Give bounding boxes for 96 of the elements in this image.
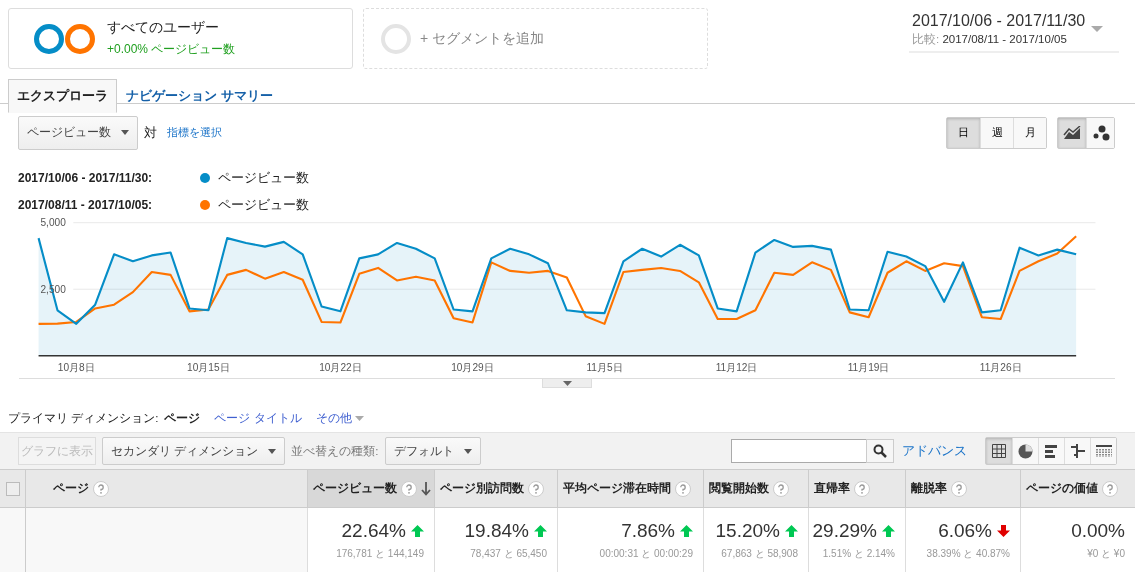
x-tick-label: 10月8日	[57, 362, 95, 374]
legend-label: ページビュー数	[218, 195, 309, 214]
column-header[interactable]: 平均ページ滞在時間	[558, 470, 704, 507]
versus-label: 対	[144, 123, 157, 142]
select-metric-link[interactable]: 指標を選択	[167, 125, 222, 140]
change-percent: 19.84%	[464, 520, 529, 542]
help-icon[interactable]	[854, 480, 870, 497]
y-tick-label: 5,000	[40, 217, 66, 229]
column-header[interactable]: ページの価値	[1021, 470, 1135, 507]
comparison-values: 00:00:31 と 00:00:29	[599, 547, 693, 561]
secondary-dimension-dropdown[interactable]: セカンダリ ディメンション	[102, 437, 286, 465]
chart-resize-handle[interactable]	[542, 379, 592, 388]
change-percent: 7.86%	[621, 520, 675, 542]
compare-date-range: 比較: 2017/08/11 - 2017/10/05	[912, 32, 1068, 47]
change-percent: 29.29%	[812, 520, 877, 542]
legend-label: ページビュー数	[218, 168, 309, 187]
x-tick-label: 11月26日	[979, 362, 1022, 374]
add-segment-label: + セグメントを追加	[420, 29, 545, 48]
line-chart-icon	[1063, 125, 1081, 140]
metric-dropdown[interactable]: ページビュー数	[18, 115, 138, 150]
select-all-checkbox[interactable]	[5, 481, 20, 496]
comparison-values: 67,863 と 58,908	[721, 547, 798, 561]
comparison-values: ¥0 と ¥0	[1087, 547, 1125, 561]
grid-icon	[992, 444, 1006, 458]
line-series	[37, 235, 1078, 325]
x-tick-label: 11月5日	[586, 362, 623, 374]
date-range-picker[interactable]: 2017/10/06 - 2017/11/30 比較: 2017/08/11 - 2017/10/05	[909, 8, 1119, 53]
comparison-values: 78,437 と 65,450	[470, 547, 547, 561]
x-tick-label: 10月29日	[451, 362, 494, 374]
advanced-link[interactable]: アドバンス	[902, 442, 967, 460]
comparison-values: 38.39% と 40.87%	[926, 547, 1010, 561]
column-header[interactable]: ページビュー数	[308, 470, 435, 507]
caret-icon	[121, 130, 129, 135]
caret-icon	[562, 380, 572, 386]
x-tick-label: 11月12日	[715, 362, 758, 374]
change-percent: 22.64%	[341, 520, 406, 542]
comparison-icon	[1070, 444, 1085, 458]
column-header[interactable]: 離脱率	[906, 470, 1021, 507]
search-field[interactable]	[731, 439, 867, 463]
help-icon[interactable]	[1102, 480, 1118, 497]
up-arrow-icon	[534, 525, 547, 537]
pivot-view-button[interactable]	[1090, 438, 1116, 464]
search-icon	[873, 444, 887, 458]
pivot-icon	[1095, 445, 1112, 457]
empty-ring-icon	[380, 22, 412, 55]
help-icon[interactable]	[401, 480, 417, 497]
up-arrow-icon	[785, 525, 798, 537]
pie-chart-icon	[1018, 443, 1033, 459]
caret-icon	[463, 448, 472, 454]
table-view-button[interactable]	[986, 438, 1012, 464]
column-header[interactable]: 直帰率	[809, 470, 906, 507]
dimension-option[interactable]: その他	[315, 411, 364, 426]
column-header[interactable]: ページ別訪問数	[435, 470, 558, 507]
dimension-option[interactable]: ページ タイトル	[214, 411, 302, 426]
up-arrow-icon	[680, 525, 693, 537]
primary-dimension-label: プライマリ ディメンション:	[8, 411, 159, 426]
dimension-option[interactable]: ページ	[164, 411, 201, 426]
help-icon[interactable]	[675, 480, 691, 497]
legend-period: 2017/08/11 - 2017/10/05:	[18, 197, 154, 212]
tab[interactable]: ナビゲーション サマリー	[117, 79, 282, 113]
segment-rings-icon	[33, 22, 95, 55]
legend-period: 2017/10/06 - 2017/11/30:	[18, 170, 154, 185]
help-icon[interactable]	[951, 480, 967, 497]
up-arrow-icon	[411, 525, 424, 537]
sort-type-label: 並べ替えの種類:	[291, 443, 379, 459]
scatter-chart-button[interactable]	[1086, 117, 1114, 148]
segment-card[interactable]: すべてのユーザー +0.00% ページビュー数	[8, 8, 353, 69]
help-icon[interactable]	[93, 480, 109, 497]
period-button[interactable]: 月	[1013, 117, 1046, 148]
dots-icon	[1091, 124, 1110, 141]
x-tick-label: 10月15日	[187, 362, 230, 374]
period-button[interactable]: 日	[947, 117, 980, 148]
x-tick-label: 11月19日	[847, 362, 890, 374]
down-arrow-icon	[421, 481, 431, 496]
x-tick-label: 10月22日	[319, 362, 362, 374]
bars-icon	[1044, 444, 1059, 458]
help-icon[interactable]	[773, 480, 789, 497]
line-chart-button[interactable]	[1058, 117, 1086, 148]
segment-title: すべてのユーザー	[107, 19, 220, 37]
caret-icon	[268, 448, 277, 454]
down-arrow-icon	[997, 525, 1010, 537]
add-segment-card[interactable]: + セグメントを追加	[363, 8, 708, 69]
date-range: 2017/10/06 - 2017/11/30	[912, 12, 1086, 30]
sort-type-dropdown[interactable]: デフォルト	[384, 437, 481, 465]
help-icon[interactable]	[528, 480, 544, 497]
column-header[interactable]: 閲覧開始数	[704, 470, 809, 507]
comparison-values: 1.51% と 2.14%	[822, 547, 895, 561]
tab[interactable]: エクスプローラ	[8, 79, 117, 113]
up-arrow-icon	[882, 525, 895, 537]
change-percent: 0.00%	[1071, 520, 1125, 542]
comparison-values: 176,781 と 144,149	[336, 547, 424, 561]
search-button[interactable]	[866, 439, 894, 463]
caret-icon	[1091, 26, 1104, 33]
segment-subtitle: +0.00% ページビュー数	[107, 41, 236, 58]
change-percent: 6.06%	[938, 520, 992, 542]
change-percent: 15.20%	[715, 520, 780, 542]
